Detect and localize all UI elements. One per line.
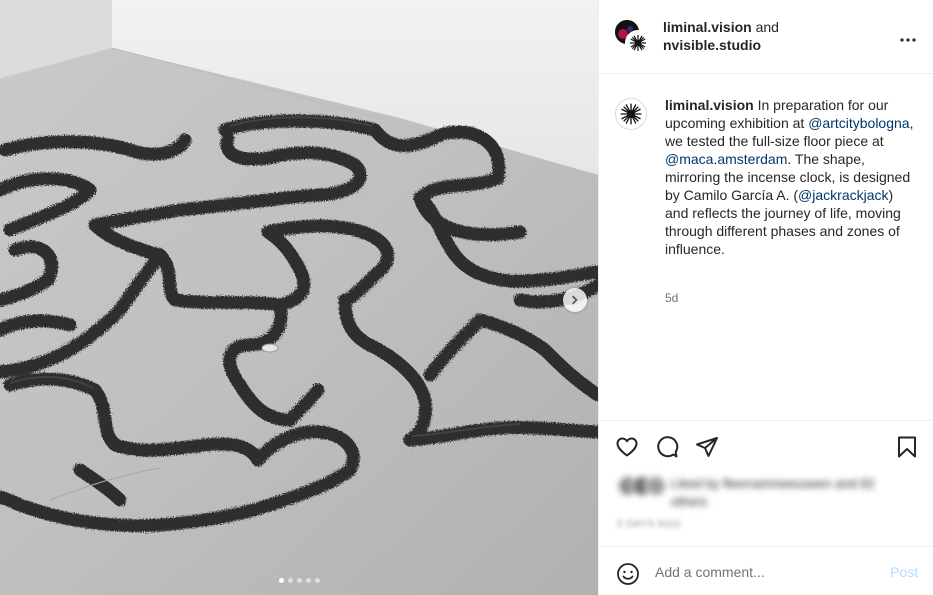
send-icon [696,437,718,457]
slide-dot [287,578,293,583]
like-button[interactable] [615,435,639,464]
post-date: 5 DAYS AGO [617,519,682,530]
slide-dot [278,578,284,583]
joiner-text: and [755,19,779,35]
post-photo [0,0,598,595]
post-sidebar: liminal.vision and nvisible.studio limin… [598,0,933,595]
caption-text: liminal.vision In preparation for our up… [665,96,917,258]
avatar[interactable] [615,98,647,130]
post-comment-button[interactable]: Post [890,564,918,580]
next-slide-button[interactable] [563,288,587,312]
slide-indicator [0,578,598,583]
account-link[interactable]: liminal.vision [663,19,752,35]
collab-names: liminal.vision and nvisible.studio [663,18,779,54]
caption-username[interactable]: liminal.vision [665,97,754,113]
heart-icon [616,437,638,457]
caption-area: liminal.vision In preparation for our up… [599,74,933,420]
likes-text: Liked by fleerrammeeuseen and 82 others [671,476,875,509]
chevron-right-icon [572,295,578,305]
more-options-button[interactable] [900,29,916,47]
caption-time[interactable]: 5d [665,291,678,305]
post-media[interactable] [0,0,598,595]
share-button[interactable] [695,435,719,464]
starburst-icon [630,35,646,51]
more-horizontal-icon [900,38,916,42]
comment-icon [657,436,679,458]
liker-avatars [617,475,667,497]
collab-avatars[interactable] [615,20,651,56]
post-header: liminal.vision and nvisible.studio [599,0,933,74]
action-bar: Liked by fleerrammeeuseen and 82 others … [599,420,933,546]
mention-link[interactable]: @jackrackjack [798,187,888,203]
save-button[interactable] [896,435,918,464]
avatar [625,30,651,56]
account-link[interactable]: nvisible.studio [663,37,761,53]
slide-dot [296,578,302,583]
comment-button[interactable] [655,435,679,464]
starburst-icon [620,103,642,125]
post-dialog: liminal.vision and nvisible.studio limin… [0,0,933,595]
comment-input[interactable] [655,561,875,583]
mention-link[interactable]: @maca.amsterdam [665,151,787,167]
slide-dot [314,578,320,583]
slide-dot [305,578,311,583]
likes-summary[interactable]: Liked by fleerrammeeuseen and 82 others [617,475,901,511]
emoji-icon [617,563,639,585]
bookmark-icon [898,436,916,458]
comment-bar: Post [599,546,933,595]
emoji-button[interactable] [616,562,640,591]
mention-link[interactable]: @artcitybologna [808,115,909,131]
